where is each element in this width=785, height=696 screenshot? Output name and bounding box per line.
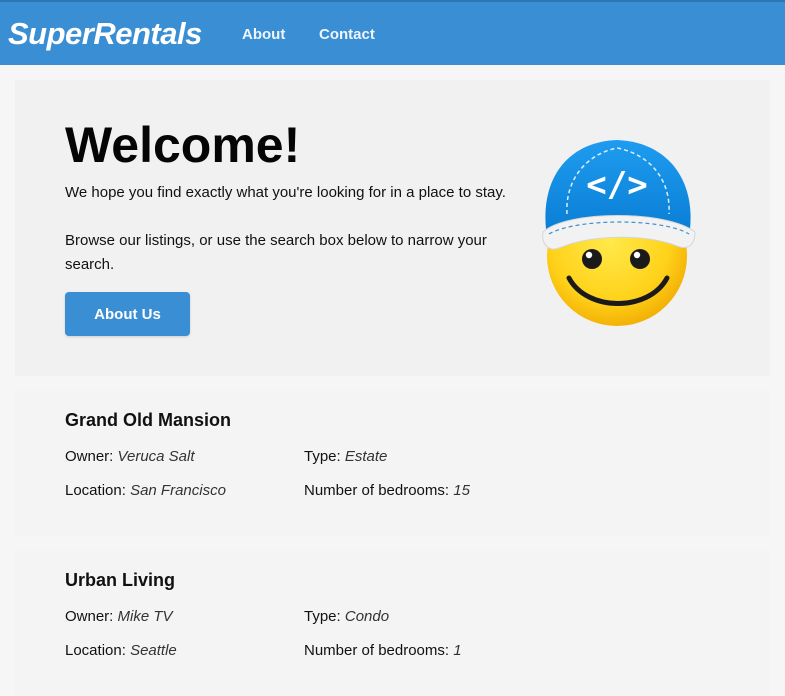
rental-card: Urban Living Owner: Mike TV Type: Condo … [15,551,770,696]
page-title: Welcome! [65,117,301,173]
rental-title: Grand Old Mansion [65,410,232,430]
rental-location: Location: San Francisco [65,482,226,499]
rental-owner: Owner: Mike TV [65,608,173,625]
rental-card: Grand Old Mansion Owner: Veruca Salt Typ… [15,391,770,536]
rental-bedrooms: Number of bedrooms: 15 [304,482,470,499]
brand-logo-link[interactable]: SuperRentals [8,15,202,53]
welcome-jumbotron: Welcome! We hope you find exactly what y… [15,80,770,376]
welcome-text-line-1: We hope you find exactly what you're loo… [65,184,506,201]
top-nav-bar: SuperRentals About Contact [0,0,785,65]
rental-title: Urban Living [65,570,176,590]
about-us-button[interactable]: About Us [65,292,190,336]
welcome-text-line-2: Browse our listings, or use the search b… [65,232,487,273]
rental-owner: Owner: Veruca Salt [65,448,195,465]
rental-bedrooms: Number of bedrooms: 1 [304,642,462,659]
nav-link-about[interactable]: About [242,24,285,46]
tomster-mascot-icon: </> [542,140,696,326]
cap-code-text: </> [586,165,647,205]
nav-link-contact[interactable]: Contact [319,24,375,46]
rental-type: Type: Estate [304,448,388,465]
rental-location: Location: Seattle [65,642,177,659]
rental-type: Type: Condo [304,608,390,625]
